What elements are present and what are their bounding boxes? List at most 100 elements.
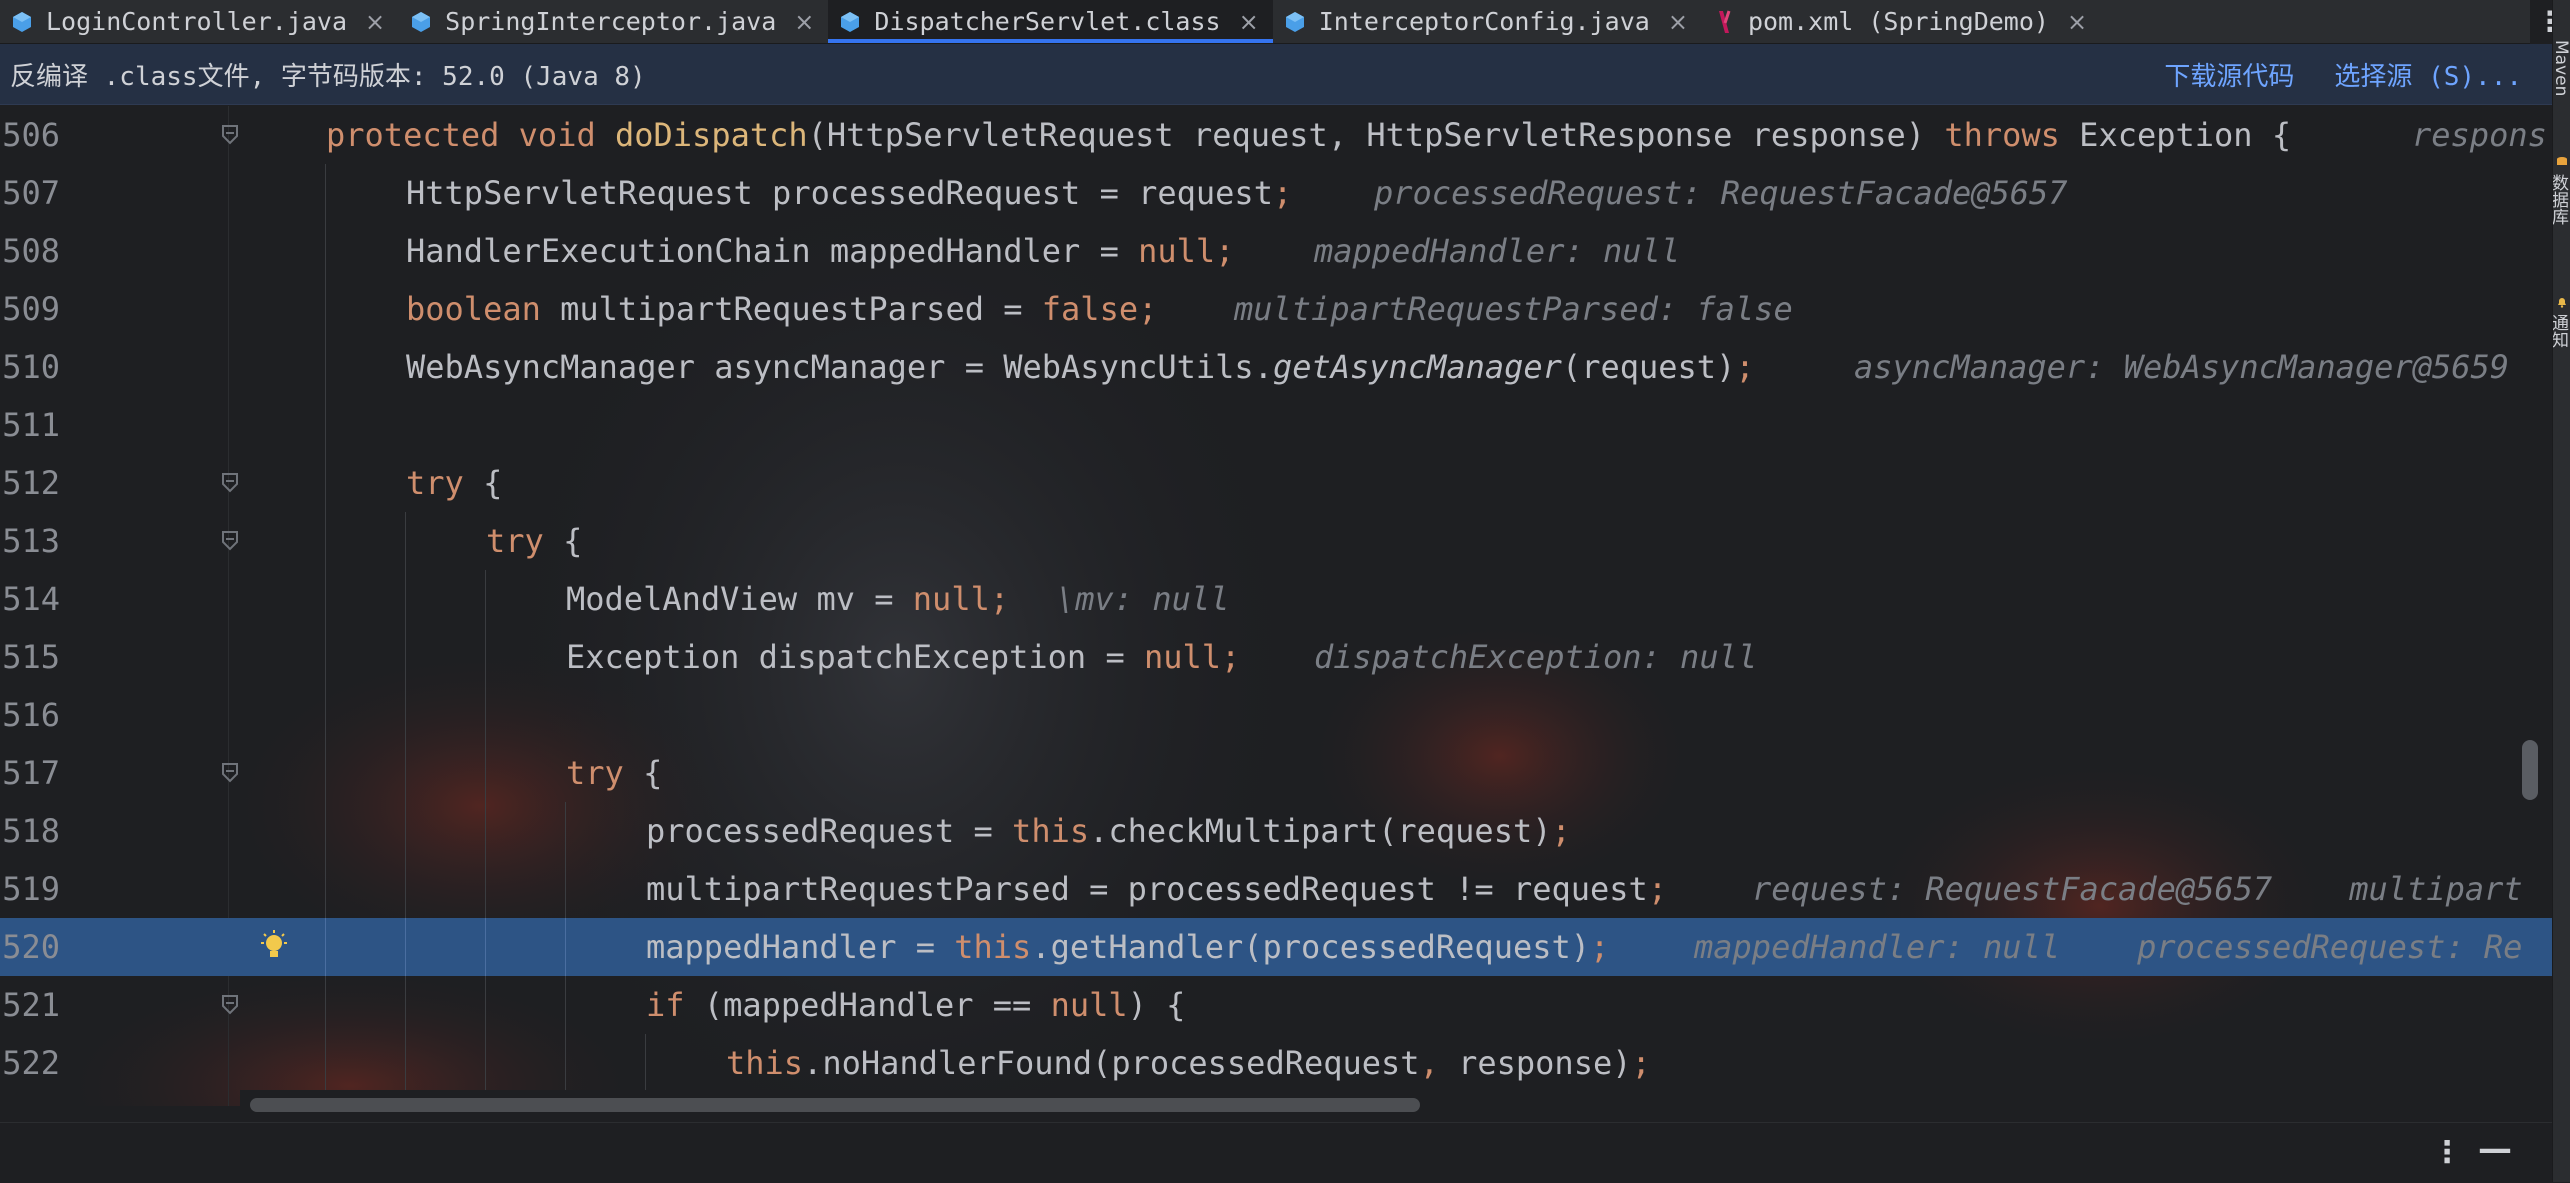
fold-icon[interactable]	[220, 530, 240, 552]
code-text: WebAsyncManager asyncManager = WebAsyncU…	[406, 348, 1755, 386]
indent-guide	[325, 976, 326, 1034]
line-number: 506	[2, 116, 60, 154]
indent-guide	[485, 744, 486, 802]
fold-icon[interactable]	[220, 994, 240, 1016]
line-number: 507	[2, 174, 60, 212]
indent-guide	[405, 686, 406, 744]
line-number: 512	[2, 464, 60, 502]
notifications-tool-button[interactable]: 通知	[2553, 314, 2570, 384]
code-text: try {	[486, 522, 583, 560]
line-number: 523	[0, 1102, 60, 1106]
database-icon	[2557, 157, 2567, 165]
code-line[interactable]: 515 Exception dispatchException = null; …	[0, 628, 2552, 686]
indent-guide	[325, 860, 326, 918]
inline-debug-value: request: RequestFacade@5657 multipart	[1752, 870, 2523, 908]
java-class-icon	[10, 10, 34, 34]
code-line[interactable]: 506 protected void doDispatch(HttpServle…	[0, 106, 2552, 164]
inline-debug-value: \mv: null	[1056, 580, 1230, 618]
close-icon[interactable]: ×	[1668, 8, 1688, 36]
inline-debug-value: dispatchException: null	[1314, 638, 1758, 676]
maven-tool-button[interactable]: Maven	[2553, 40, 2570, 110]
code-line[interactable]: 509 boolean multipartRequestParsed = fal…	[0, 280, 2552, 338]
code-editor[interactable]: 506 protected void doDispatch(HttpServle…	[0, 106, 2552, 1106]
fold-icon[interactable]	[220, 124, 240, 146]
indent-guide	[325, 802, 326, 860]
code-text: try {	[406, 464, 503, 502]
line-number: 515	[2, 638, 60, 676]
indent-guide	[485, 860, 486, 918]
fold-icon[interactable]	[220, 472, 240, 494]
code-line[interactable]: 518 processedRequest = this.checkMultipa…	[0, 802, 2552, 860]
indent-guide	[405, 802, 406, 860]
indent-guide	[565, 860, 566, 918]
code-line[interactable]: 514 ModelAndView mv = null; \mv: null	[0, 570, 2552, 628]
close-icon[interactable]: ×	[365, 8, 385, 36]
lightbulb-icon[interactable]	[258, 930, 290, 964]
tab-logincontroller[interactable]: LoginController.java ×	[0, 0, 399, 43]
horizontal-scrollbar-thumb[interactable]	[250, 1098, 1420, 1112]
line-number: 509	[2, 290, 60, 328]
close-icon[interactable]: ×	[2067, 8, 2087, 36]
indent-guide	[405, 976, 406, 1034]
line-number: 520	[2, 928, 60, 966]
indent-guide	[645, 1034, 646, 1092]
code-text: multipartRequestParsed = processedReques…	[646, 870, 1668, 908]
indent-guide	[485, 918, 486, 976]
tab-interceptorconfig[interactable]: InterceptorConfig.java ×	[1273, 0, 1702, 43]
more-options-icon[interactable]: ⋮	[2432, 1135, 2462, 1170]
code-text: if (mappedHandler == null) {	[646, 986, 1186, 1024]
code-line[interactable]: 508 HandlerExecutionChain mappedHandler …	[0, 222, 2552, 280]
close-icon[interactable]: ×	[794, 8, 814, 36]
indent-guide	[485, 628, 486, 686]
bell-icon	[2558, 298, 2566, 308]
code-line[interactable]: 519 multipartRequestParsed = processedRe…	[0, 860, 2552, 918]
java-class-icon	[409, 10, 433, 34]
close-icon[interactable]: ×	[1239, 8, 1259, 36]
decompiler-info-bar: 反编译 .class文件, 字节码版本: 52.0 (Java 8) 下载源代码…	[0, 44, 2552, 105]
choose-sources-link[interactable]: 选择源 (S)...	[2334, 56, 2522, 93]
code-line[interactable]: 507 HttpServletRequest processedRequest …	[0, 164, 2552, 222]
indent-guide	[405, 628, 406, 686]
indent-guide	[405, 1034, 406, 1092]
indent-guide	[485, 570, 486, 628]
code-line[interactable]: 510 WebAsyncManager asyncManager = WebAs…	[0, 338, 2552, 396]
code-line[interactable]: 521 if (mappedHandler == null) {	[0, 976, 2552, 1034]
indent-guide	[485, 1034, 486, 1092]
indent-guide	[405, 570, 406, 628]
code-text: protected void doDispatch(HttpServletReq…	[326, 116, 2292, 154]
inline-debug-value: multipartRequestParsed: false	[1234, 290, 1793, 328]
database-tool-button[interactable]: 数据库	[2553, 174, 2570, 254]
line-number: 513	[2, 522, 60, 560]
tab-springinterceptor[interactable]: SpringInterceptor.java ×	[399, 0, 828, 43]
line-number: 510	[2, 348, 60, 386]
maven-icon	[1712, 10, 1736, 34]
fold-icon[interactable]	[220, 762, 240, 784]
code-text: Exception dispatchException = null;	[566, 638, 1241, 676]
tab-label: InterceptorConfig.java	[1318, 7, 1650, 36]
code-line[interactable]: 511	[0, 396, 2552, 454]
code-line[interactable]: 512 try {	[0, 454, 2552, 512]
vertical-scrollbar-thumb[interactable]	[2522, 740, 2538, 800]
code-line[interactable]: 522 this.noHandlerFound(processedRequest…	[0, 1034, 2552, 1092]
indent-guide	[325, 686, 326, 744]
indent-guide	[325, 1034, 326, 1092]
tab-pom-xml[interactable]: pom.xml (SpringDemo) ×	[1702, 0, 2101, 43]
code-line[interactable]: 517 try {	[0, 744, 2552, 802]
current-execution-line[interactable]: 520 mappedHandler = this.getHandler(proc…	[0, 918, 2552, 976]
horizontal-scrollbar[interactable]	[240, 1090, 2560, 1120]
tab-dispatcherservlet[interactable]: DispatcherServlet.class ×	[828, 0, 1273, 43]
code-text: try {	[566, 754, 663, 792]
indent-guide	[565, 976, 566, 1034]
indent-guide	[405, 860, 406, 918]
indent-guide	[405, 918, 406, 976]
minimize-icon[interactable]: —	[2478, 1129, 2512, 1169]
code-line[interactable]: 516	[0, 686, 2552, 744]
code-text: mappedHandler = this.getHandler(processe…	[646, 928, 1610, 966]
indent-guide	[485, 976, 486, 1034]
decompiler-message: 反编译 .class文件, 字节码版本: 52.0 (Java 8)	[10, 61, 646, 92]
indent-guide	[325, 338, 326, 396]
download-sources-link[interactable]: 下载源代码	[2164, 56, 2294, 93]
code-line[interactable]: 513 try {	[0, 512, 2552, 570]
line-number: 519	[2, 870, 60, 908]
line-number: 517	[2, 754, 60, 792]
